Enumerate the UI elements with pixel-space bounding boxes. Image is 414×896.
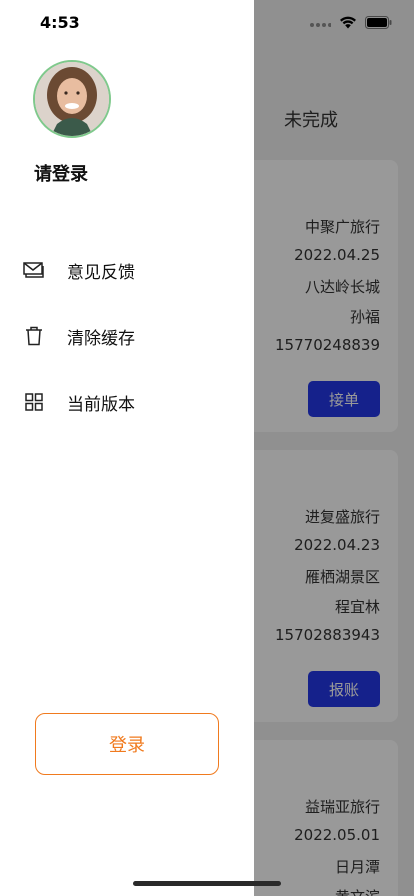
mail-icon xyxy=(22,258,46,282)
side-drawer: 4:53 请登录 意见反馈 清除缓存 当前版本 登录 xyxy=(0,0,254,896)
menu-item-label: 当前版本 xyxy=(67,394,135,415)
login-prompt[interactable]: 请登录 xyxy=(34,160,88,186)
grid-icon xyxy=(22,390,46,414)
login-button[interactable]: 登录 xyxy=(35,713,219,775)
menu-item-feedback[interactable]: 意见反馈 xyxy=(22,255,232,285)
menu-item-label: 清除缓存 xyxy=(67,328,135,349)
status-icons xyxy=(309,14,392,33)
battery-icon xyxy=(365,14,392,33)
menu-item-label: 意见反馈 xyxy=(67,262,135,283)
menu-item-clear-cache[interactable]: 清除缓存 xyxy=(22,321,232,351)
status-time: 4:53 xyxy=(40,13,80,32)
trash-icon xyxy=(22,324,46,348)
avatar[interactable] xyxy=(33,60,111,138)
menu-item-version[interactable]: 当前版本 xyxy=(22,387,232,417)
signal-dots-icon xyxy=(309,14,332,33)
wifi-icon xyxy=(339,14,357,33)
home-indicator[interactable] xyxy=(133,881,281,886)
app-screen: 未完成 中聚广旅行 2022.04.25 八达岭长城 孙福 1577024883… xyxy=(0,0,414,896)
